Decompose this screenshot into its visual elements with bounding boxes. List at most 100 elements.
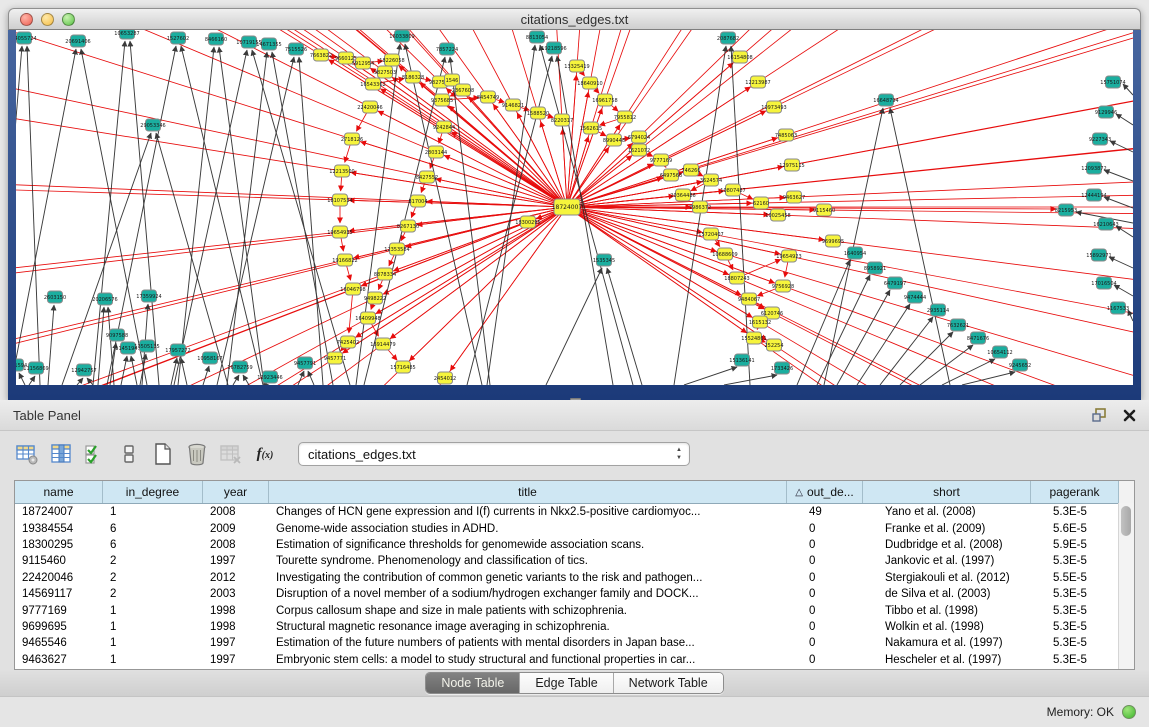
select-rows-button[interactable]	[80, 439, 110, 469]
table-row[interactable]: 946362711997Embryonic stem cells: a mode…	[15, 652, 1134, 668]
table-row[interactable]: 1830029562008Estimation of significance …	[15, 537, 1134, 553]
table-row[interactable]: 977716911998Corpus callosum shape and si…	[15, 602, 1134, 618]
cell-year[interactable]: 2008	[203, 539, 269, 551]
cell-in-degree[interactable]: 6	[103, 539, 203, 551]
cell-in-degree[interactable]: 2	[103, 588, 203, 600]
zoom-window-button[interactable]	[62, 13, 75, 26]
cell-year[interactable]: 1997	[203, 654, 269, 666]
cell-name[interactable]: 9463627	[15, 654, 103, 666]
cell-year[interactable]: 2003	[203, 588, 269, 600]
cell-in-degree[interactable]: 1	[103, 506, 203, 518]
table-row[interactable]: 911546021997Tourette syndrome. Phenomeno…	[15, 553, 1134, 569]
column-header-pagerank[interactable]: pagerank	[1031, 481, 1119, 503]
cell-name[interactable]: 9115460	[15, 555, 103, 567]
cell-year[interactable]: 2008	[203, 506, 269, 518]
column-header-short[interactable]: short	[863, 481, 1031, 503]
table-row[interactable]: 1872400712008Changes of HCN gene express…	[15, 504, 1134, 520]
cell-out-degree[interactable]: 0	[802, 605, 878, 617]
table-mode-button[interactable]	[12, 439, 42, 469]
cell-out-degree[interactable]: 0	[802, 523, 878, 535]
cell-in-degree[interactable]: 2	[103, 555, 203, 567]
cell-out-degree[interactable]: 0	[802, 621, 878, 633]
column-header-in-degree[interactable]: in_degree	[103, 481, 203, 503]
cell-title[interactable]: Disruption of a novel member of a sodium…	[269, 588, 802, 600]
cell-out-degree[interactable]: 0	[802, 654, 878, 666]
cell-name[interactable]: 18724007	[15, 506, 103, 518]
close-panel-icon[interactable]	[1123, 409, 1136, 422]
cell-title[interactable]: Estimation of the future numbers of pati…	[269, 637, 802, 649]
scrollbar-thumb[interactable]	[1121, 506, 1131, 536]
column-header-title[interactable]: title	[269, 481, 787, 503]
cell-title[interactable]: Investigating the contribution of common…	[269, 572, 802, 584]
network-canvas[interactable]: 2405572420691406106532871527602846616010…	[16, 30, 1133, 385]
cell-title[interactable]: Estimation of significance thresholds fo…	[269, 539, 802, 551]
close-window-button[interactable]	[20, 13, 33, 26]
show-columns-button[interactable]	[46, 439, 76, 469]
toggle-view-button[interactable]	[114, 439, 144, 469]
cell-short[interactable]: Tibbo et al. (1998)	[878, 605, 1046, 617]
table-row[interactable]: 1456911722003Disruption of a novel membe…	[15, 586, 1134, 602]
cell-short[interactable]: Nakamura et al. (1997)	[878, 637, 1046, 649]
delete-table-button[interactable]	[216, 439, 246, 469]
memory-indicator-icon[interactable]	[1122, 705, 1136, 719]
tab-network-table[interactable]: Network Table	[614, 673, 723, 693]
table-row[interactable]: 2242004622012Investigating the contribut…	[15, 570, 1134, 586]
cell-in-degree[interactable]: 1	[103, 621, 203, 633]
table-source-dropdown[interactable]: citations_edges.txt ▲▼	[298, 442, 690, 466]
cell-in-degree[interactable]: 2	[103, 572, 203, 584]
tab-node-table[interactable]: Node Table	[426, 673, 520, 693]
column-header-out-de-[interactable]: △out_de...	[787, 481, 863, 503]
cell-in-degree[interactable]: 1	[103, 605, 203, 617]
cell-in-degree[interactable]: 6	[103, 523, 203, 535]
cell-out-degree[interactable]: 0	[802, 637, 878, 649]
cell-name[interactable]: 14569117	[15, 588, 103, 600]
cell-out-degree[interactable]: 0	[802, 539, 878, 551]
cell-out-degree[interactable]: 0	[802, 555, 878, 567]
cell-short[interactable]: Wolkin et al. (1998)	[878, 621, 1046, 633]
cell-short[interactable]: Yano et al. (2008)	[878, 506, 1046, 518]
cell-title[interactable]: Genome-wide association studies in ADHD.	[269, 523, 802, 535]
cell-short[interactable]: Hescheler et al. (1997)	[878, 654, 1046, 666]
cell-out-degree[interactable]: 0	[802, 588, 878, 600]
cell-year[interactable]: 2009	[203, 523, 269, 535]
cell-name[interactable]: 22420046	[15, 572, 103, 584]
cell-in-degree[interactable]: 1	[103, 637, 203, 649]
cell-name[interactable]: 19384554	[15, 523, 103, 535]
cell-title[interactable]: Tourette syndrome. Phenomenology and cla…	[269, 555, 802, 567]
table-row[interactable]: 946554611997Estimation of the future num…	[15, 635, 1134, 651]
float-panel-icon[interactable]	[1092, 408, 1107, 422]
column-header-year[interactable]: year	[203, 481, 269, 503]
cell-out-degree[interactable]: 49	[802, 506, 878, 518]
cell-in-degree[interactable]: 1	[103, 654, 203, 666]
cell-name[interactable]: 9699695	[15, 621, 103, 633]
cell-short[interactable]: Franke et al. (2009)	[878, 523, 1046, 535]
function-builder-button[interactable]: f(x)	[250, 439, 280, 469]
minimize-window-button[interactable]	[41, 13, 54, 26]
create-column-button[interactable]	[148, 439, 178, 469]
window-titlebar[interactable]: citations_edges.txt	[8, 8, 1141, 30]
cell-year[interactable]: 1998	[203, 621, 269, 633]
cell-year[interactable]: 1997	[203, 555, 269, 567]
cell-short[interactable]: Dudbridge et al. (2008)	[878, 539, 1046, 551]
table-row[interactable]: 969969511998Structural magnetic resonanc…	[15, 619, 1134, 635]
cell-title[interactable]: Corpus callosum shape and size in male p…	[269, 605, 802, 617]
cell-short[interactable]: de Silva et al. (2003)	[878, 588, 1046, 600]
citation-network-graph[interactable]: 2405572420691406106532871527602846616010…	[16, 30, 1133, 385]
cell-short[interactable]: Jankovic et al. (1997)	[878, 555, 1046, 567]
cell-name[interactable]: 9777169	[15, 605, 103, 617]
cell-year[interactable]: 2012	[203, 572, 269, 584]
table-scrollbar[interactable]	[1118, 503, 1134, 669]
column-header-name[interactable]: name	[15, 481, 103, 503]
cell-title[interactable]: Changes of HCN gene expression and I(f) …	[269, 506, 802, 518]
cell-short[interactable]: Stergiakouli et al. (2012)	[878, 572, 1046, 584]
cell-title[interactable]: Structural magnetic resonance image aver…	[269, 621, 802, 633]
cell-out-degree[interactable]: 0	[802, 572, 878, 584]
cell-title[interactable]: Embryonic stem cells: a model to study s…	[269, 654, 802, 666]
cell-name[interactable]: 18300295	[15, 539, 103, 551]
cell-year[interactable]: 1997	[203, 637, 269, 649]
cell-year[interactable]: 1998	[203, 605, 269, 617]
tab-edge-table[interactable]: Edge Table	[520, 673, 613, 693]
delete-columns-button[interactable]	[182, 439, 212, 469]
table-row[interactable]: 1938455462009Genome-wide association stu…	[15, 520, 1134, 536]
cell-name[interactable]: 9465546	[15, 637, 103, 649]
